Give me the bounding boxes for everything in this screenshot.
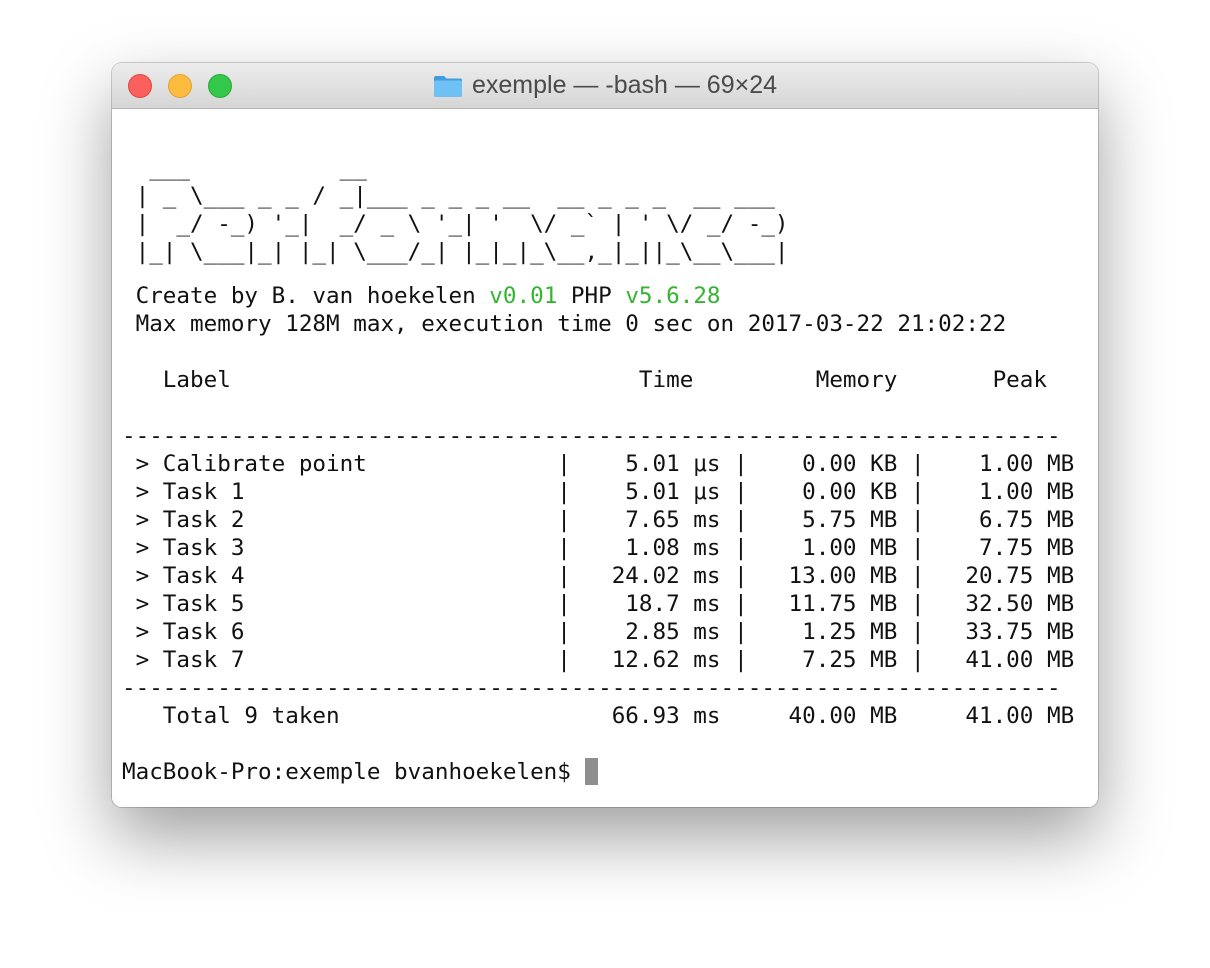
- terminal-window: exemple — -bash — 69×24 ___ __ | _ \___ …: [112, 63, 1098, 807]
- php-version: v5.6.28: [625, 283, 721, 309]
- created-by-text: Create by B. van hoekelen: [122, 283, 490, 309]
- table-row: > Task 1 | 5.01 μs | 0.00 KB | 1.00 MB: [122, 479, 1075, 505]
- banner-line-2: | _ \___ _ _ / _|___ _ _ _ __ __ _ _ _ _…: [122, 183, 775, 209]
- table-row: > Task 3 | 1.08 ms | 1.00 MB | 7.75 MB: [122, 535, 1075, 561]
- table-row: > Task 7 | 12.62 ms | 7.25 MB | 41.00 MB: [122, 647, 1075, 673]
- php-label: PHP: [557, 283, 626, 309]
- table-row: > Task 4 | 24.02 ms | 13.00 MB | 20.75 M…: [122, 563, 1075, 589]
- prompt-line[interactable]: MacBook-Pro:exemple bvanhoekelen$: [122, 758, 598, 786]
- banner-line-3: | _/ -_) '_| _/ _ \ '_| ' \/ _` | ' \/ _…: [122, 211, 789, 237]
- window-title-area: exemple — -bash — 69×24: [112, 63, 1098, 108]
- banner-line-4: |_| \___|_| |_| \___/_| |_|_|_\__,_|_||_…: [122, 239, 789, 265]
- created-by-line: Create by B. van hoekelen v0.01 PHP v5.6…: [122, 282, 721, 310]
- table-row: > Task 6 | 2.85 ms | 1.25 MB | 33.75 MB: [122, 619, 1075, 645]
- text-cursor: [584, 758, 598, 785]
- window-title: exemple — -bash — 69×24: [471, 71, 778, 99]
- shell-prompt: MacBook-Pro:exemple bvanhoekelen$: [122, 759, 585, 785]
- memory-info-line: Max memory 128M max, execution time 0 se…: [122, 311, 1007, 337]
- table-row: > Calibrate point | 5.01 μs | 0.00 KB | …: [122, 451, 1075, 477]
- app-version: v0.01: [489, 283, 558, 309]
- folder-icon: [433, 75, 462, 97]
- table-total-row: Total 9 taken 66.93 ms 40.00 MB 41.00 MB: [122, 703, 1075, 729]
- table-row: > Task 2 | 7.65 ms | 5.75 MB | 6.75 MB: [122, 507, 1075, 533]
- banner-line-1: ___ __: [122, 155, 367, 181]
- table-header: Label Time Memory Peak: [122, 367, 1047, 393]
- table-separator-top: ----------------------------------------…: [122, 423, 1061, 449]
- table-separator-bottom: ----------------------------------------…: [122, 675, 1061, 701]
- table-row: > Task 5 | 18.7 ms | 11.75 MB | 32.50 MB: [122, 591, 1075, 617]
- title-bar[interactable]: exemple — -bash — 69×24: [112, 63, 1098, 109]
- terminal-content[interactable]: ___ __ | _ \___ _ _ / _|___ _ _ _ __ __ …: [112, 109, 1098, 807]
